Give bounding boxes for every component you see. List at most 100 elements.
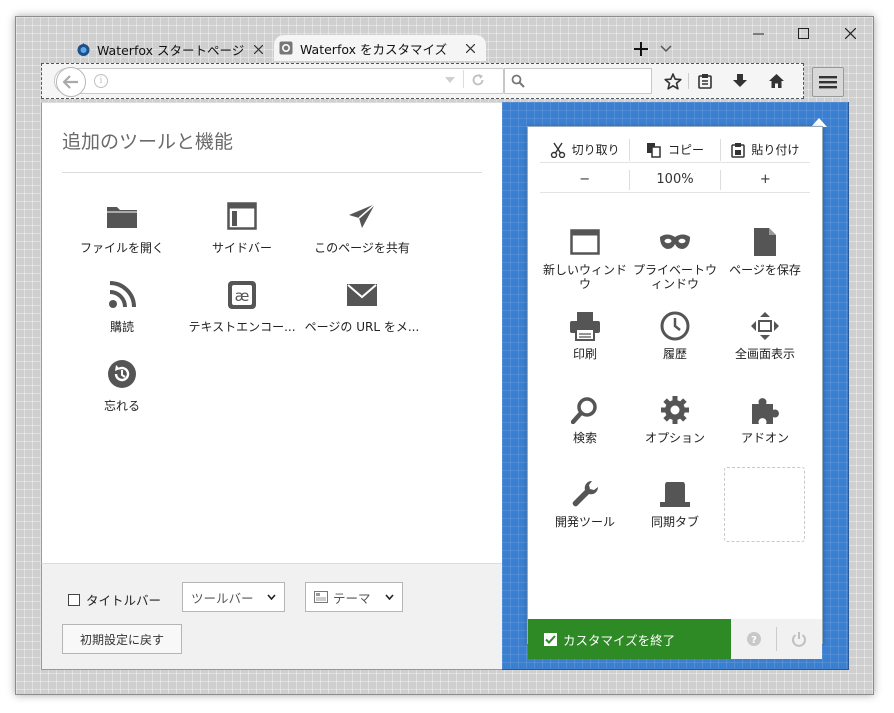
palette-item-label: このページを共有 — [314, 241, 410, 255]
open-menu-button[interactable] — [812, 67, 844, 97]
divider — [688, 73, 689, 89]
menu-item-addons[interactable]: アドオン — [720, 393, 810, 445]
save-page-icon — [720, 225, 810, 259]
empty-slot-placeholder — [724, 467, 805, 542]
menu-item-label: 同期タブ — [650, 515, 699, 529]
tab-close-button[interactable] — [250, 41, 266, 57]
divider — [62, 172, 482, 173]
addons-icon — [720, 393, 810, 427]
cut-label: 切り取り — [571, 143, 620, 157]
search-icon — [511, 74, 525, 91]
search-bar[interactable] — [504, 68, 652, 94]
titlebar-checkbox[interactable]: タイトルバー — [68, 590, 161, 609]
menu-item-save-page[interactable]: ページを保存 — [720, 225, 810, 277]
help-button[interactable]: ? — [742, 629, 766, 649]
menu-item-print[interactable]: 印刷 — [540, 309, 630, 361]
menu-item-label: プライベートウィンドウ — [632, 263, 717, 291]
folder-icon — [62, 199, 182, 233]
exit-customize-label: カスタマイズを終了 — [563, 632, 676, 648]
palette-item-open-file[interactable]: ファイルを開く — [62, 199, 182, 256]
encoding-icon: æ — [182, 278, 302, 312]
palette-item-sidebar[interactable]: サイドバー — [182, 199, 302, 256]
toolbars-label: ツールバー — [191, 590, 254, 606]
browser-window: Waterfox スタートページ Waterfox をカスタマイズ i 追加のツ… — [15, 16, 874, 695]
palette-item-label: 忘れる — [103, 399, 140, 413]
reload-button[interactable] — [468, 70, 488, 90]
menu-item-new-window[interactable]: 新しいウィンドウ — [540, 225, 630, 291]
bookmark-star-button[interactable] — [659, 69, 687, 93]
copy-icon — [646, 142, 661, 158]
maximize-button[interactable] — [786, 23, 820, 43]
new-tab-button[interactable] — [630, 39, 652, 59]
paste-icon — [731, 142, 746, 158]
exit-customize-button[interactable]: カスタマイズを終了 — [528, 619, 731, 659]
checkmark-icon — [544, 632, 557, 646]
home-button[interactable] — [762, 69, 790, 93]
checkbox[interactable] — [68, 593, 80, 606]
palette-item-share[interactable]: このページを共有 — [302, 199, 422, 256]
chevron-down-icon — [267, 594, 276, 600]
quit-button[interactable] — [787, 629, 811, 649]
hamburger-icon — [819, 76, 837, 89]
share-icon — [302, 199, 422, 233]
menu-item-label: 履歴 — [662, 347, 687, 361]
palette-item-label: 購読 — [109, 320, 134, 334]
edit-controls: 切り取り コピー 貼り付け — [540, 137, 810, 163]
tab-customize[interactable]: Waterfox をカスタマイズ — [274, 35, 486, 61]
private-window-icon — [630, 225, 720, 259]
nav-toolbar: i — [41, 63, 804, 99]
palette-item-forget[interactable]: 忘れる — [62, 357, 182, 414]
themes-dropdown[interactable]: テーマ — [305, 582, 403, 612]
palette-title: 追加のツールと機能 — [62, 131, 234, 153]
menu-item-label: 印刷 — [572, 347, 597, 361]
zoom-in-button[interactable]: + — [719, 169, 810, 190]
close-window-button[interactable] — [833, 23, 867, 43]
panel-footer: カスタマイズを終了 ? — [528, 619, 822, 659]
close-icon — [253, 44, 263, 54]
copy-label: コピー — [667, 143, 704, 157]
palette-item-text-encoding[interactable]: æ テキストエンコー... — [182, 278, 302, 335]
menu-item-history[interactable]: 履歴 — [630, 309, 720, 361]
cut-button[interactable]: 切り取り — [540, 139, 629, 161]
url-dropdown-icon[interactable] — [444, 74, 456, 86]
titlebar-label: タイトルバー — [86, 593, 162, 608]
palette-item-email-link[interactable]: ページの URL をメ... — [302, 278, 422, 335]
email-icon — [302, 278, 422, 312]
paste-label: 貼り付け — [751, 143, 800, 157]
chevron-down-icon — [660, 45, 672, 53]
toolbars-dropdown[interactable]: ツールバー — [182, 582, 285, 612]
minimize-button[interactable] — [741, 23, 775, 43]
waterfox-icon — [75, 41, 91, 57]
menu-item-private-window[interactable]: プライベートウィンドウ — [630, 225, 720, 291]
new-window-icon — [540, 225, 630, 259]
palette-item-label: テキストエンコー... — [188, 320, 296, 334]
palette-item-subscribe[interactable]: 購読 — [62, 278, 182, 335]
info-icon[interactable]: i — [94, 74, 108, 88]
all-tabs-button[interactable] — [656, 39, 676, 59]
restore-defaults-button[interactable]: 初期設定に戻す — [62, 624, 182, 654]
menu-item-options[interactable]: オプション — [630, 393, 720, 445]
menu-item-search[interactable]: 検索 — [540, 393, 630, 445]
theme-icon — [314, 591, 328, 603]
palette-item-label: ページの URL をメ... — [304, 320, 420, 334]
tab-waterfox-start[interactable]: Waterfox スタートページ — [71, 37, 274, 61]
tab-close-button[interactable] — [462, 40, 478, 56]
menu-item-fullscreen[interactable]: 全画面表示 — [720, 309, 810, 361]
menu-item-label: 検索 — [572, 431, 597, 445]
menu-item-synced-tabs[interactable]: 同期タブ — [630, 477, 720, 529]
bookmarks-menu-button[interactable] — [691, 69, 719, 93]
home-icon — [768, 74, 784, 88]
downloads-button[interactable] — [726, 69, 754, 93]
zoom-reset-button[interactable]: 100% — [629, 169, 719, 190]
menu-item-developer[interactable]: 開発ツール — [540, 477, 630, 529]
paste-button[interactable]: 貼り付け — [719, 138, 810, 161]
svg-text:?: ? — [751, 635, 757, 646]
back-button[interactable] — [56, 67, 86, 97]
options-icon — [630, 393, 720, 427]
developer-icon — [540, 477, 630, 511]
zoom-out-button[interactable]: − — [540, 170, 629, 190]
fullscreen-icon — [720, 309, 810, 343]
url-bar[interactable] — [54, 68, 504, 94]
reload-icon — [472, 74, 484, 86]
copy-button[interactable]: コピー — [629, 138, 719, 161]
